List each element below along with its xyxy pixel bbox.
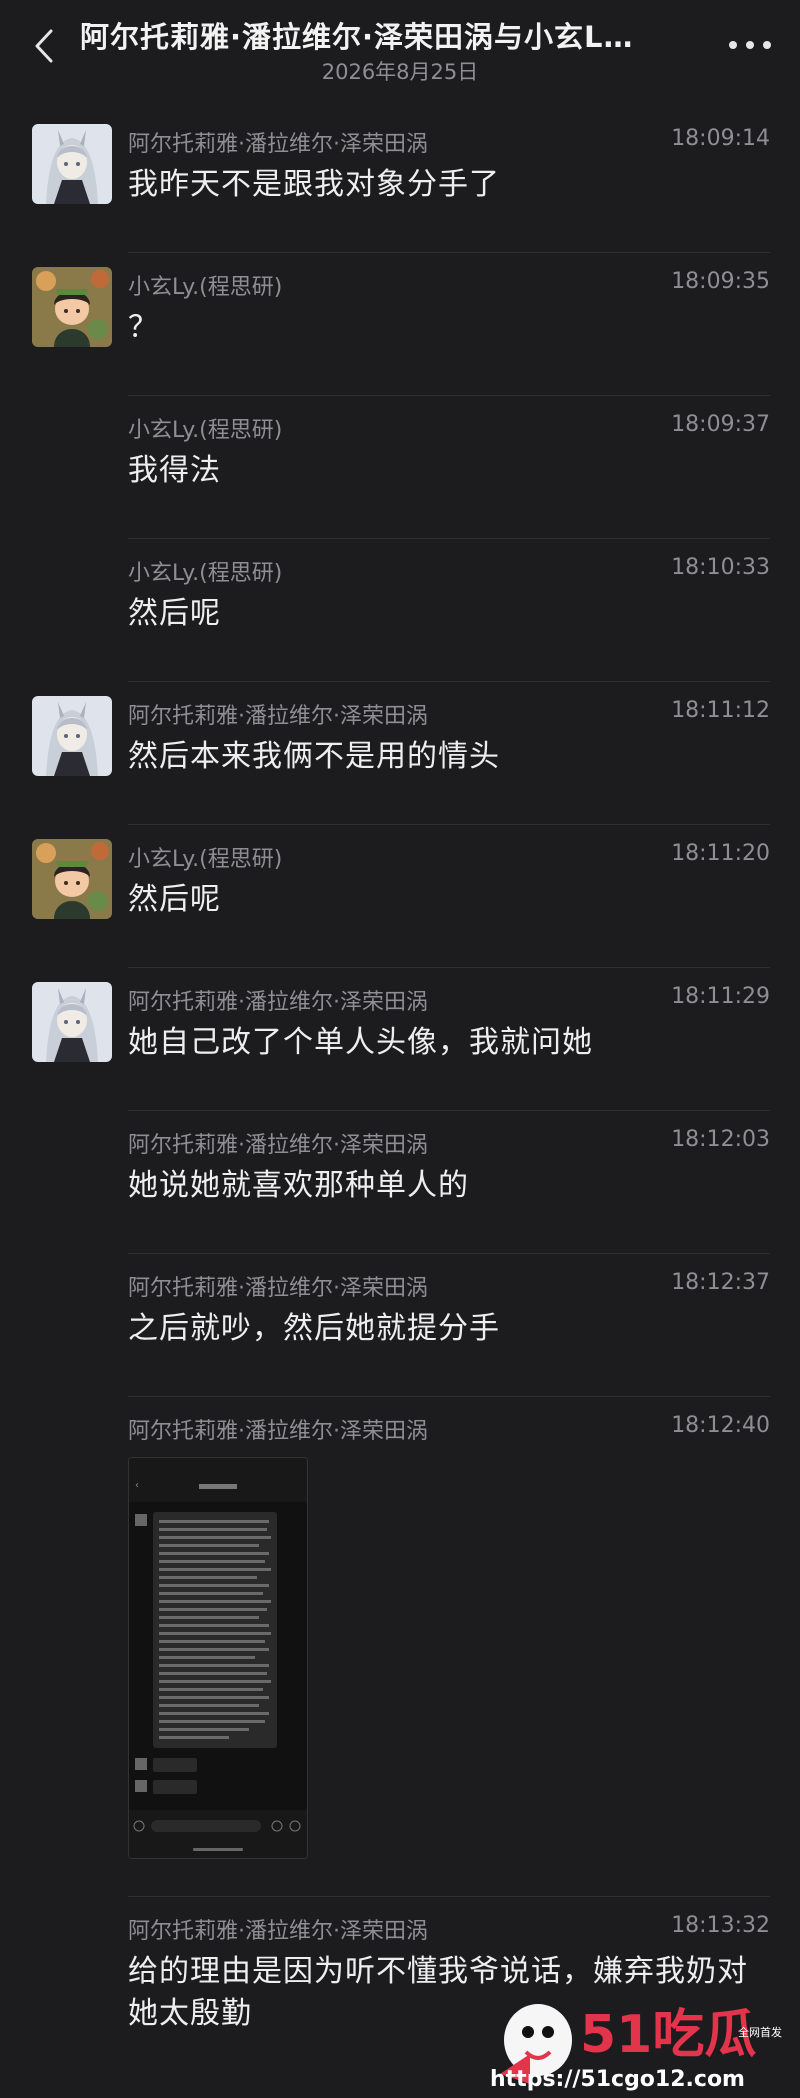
sender-name: 小玄Ly.(程思研) bbox=[128, 561, 283, 586]
message-time: 18:11:20 bbox=[671, 841, 770, 866]
message-list: 阿尔托莉雅·潘拉维尔·泽荣田涡 18:09:14 我昨天不是跟我对象分手了 小玄… bbox=[0, 110, 800, 2097]
message-time: 18:13:32 bbox=[671, 1913, 770, 1938]
chat-date: 2026年8月25日 bbox=[321, 60, 479, 84]
message-time: 18:12:40 bbox=[671, 1413, 770, 1438]
avatar[interactable] bbox=[32, 267, 112, 347]
message-item[interactable]: 阿尔托莉雅·潘拉维尔·泽荣田涡 18:11:12 然后本来我俩不是用的情头 bbox=[32, 682, 770, 825]
watermark-brand: 51吃瓜 bbox=[580, 2005, 756, 2065]
more-button[interactable] bbox=[722, 30, 778, 60]
message-item[interactable]: 小玄Ly.(程思研) 18:11:20 然后呢 bbox=[32, 825, 770, 968]
message-text: 她说她就喜欢那种单人的 bbox=[128, 1168, 469, 1203]
message-item[interactable]: 小玄Ly.(程思研) 18:09:35 ？ bbox=[32, 253, 770, 396]
sender-name: 阿尔托莉雅·潘拉维尔·泽荣田涡 bbox=[128, 1419, 428, 1444]
sender-name: 小玄Ly.(程思研) bbox=[128, 847, 283, 872]
avatar[interactable] bbox=[32, 839, 112, 919]
svg-text:全网首发: 全网首发 bbox=[738, 2025, 782, 2039]
message-time: 18:10:33 bbox=[671, 555, 770, 580]
svg-text:51吃瓜: 51吃瓜 bbox=[580, 2005, 756, 2065]
avatar[interactable] bbox=[32, 982, 112, 1062]
message-text: 然后呢 bbox=[128, 882, 221, 917]
message-item[interactable]: 小玄Ly.(程思研) 18:09:37 我得法 bbox=[128, 396, 770, 539]
message-text: 她自己改了个单人头像，我就问她 bbox=[128, 1025, 593, 1060]
message-item[interactable]: 阿尔托莉雅·潘拉维尔·泽荣田涡 18:09:14 我昨天不是跟我对象分手了 bbox=[32, 110, 770, 253]
avatar[interactable] bbox=[32, 124, 112, 204]
sender-name: 小玄Ly.(程思研) bbox=[128, 275, 283, 300]
chat-title: 阿尔托莉雅·潘拉维尔·泽荣田涡与小玄L… bbox=[80, 20, 634, 54]
message-text: ？ bbox=[128, 310, 159, 345]
sender-name: 阿尔托莉雅·潘拉维尔·泽荣田涡 bbox=[128, 704, 428, 729]
message-text: 我得法 bbox=[128, 453, 221, 488]
screenshot-image[interactable]: ‹ bbox=[128, 1457, 308, 1859]
message-time: 18:12:37 bbox=[671, 1270, 770, 1295]
sender-name: 阿尔托莉雅·潘拉维尔·泽荣田涡 bbox=[128, 990, 428, 1015]
chat-header: 阿尔托莉雅·潘拉维尔·泽荣田涡与小玄L… 2026年8月25日 bbox=[0, 0, 800, 110]
svg-text:https://51cgo12.com: https://51cgo12.com bbox=[490, 2067, 745, 2092]
avatar[interactable] bbox=[32, 696, 112, 776]
message-text: 我昨天不是跟我对象分手了 bbox=[128, 167, 500, 202]
message-time: 18:12:03 bbox=[671, 1127, 770, 1152]
message-time: 18:11:12 bbox=[671, 698, 770, 723]
svg-text:‹: ‹ bbox=[135, 1480, 139, 1491]
message-item[interactable]: 小玄Ly.(程思研) 18:10:33 然后呢 bbox=[128, 539, 770, 682]
sender-name: 阿尔托莉雅·潘拉维尔·泽荣田涡 bbox=[128, 132, 428, 157]
message-time: 18:11:29 bbox=[671, 984, 770, 1009]
watermark-logo: 51吃瓜 全网首发 https://51cgo12.com bbox=[490, 1988, 790, 2092]
message-time: 18:09:14 bbox=[671, 126, 770, 151]
sender-name: 阿尔托莉雅·潘拉维尔·泽荣田涡 bbox=[128, 1133, 428, 1158]
message-item[interactable]: 阿尔托莉雅·潘拉维尔·泽荣田涡 18:11:29 她自己改了个单人头像，我就问她 bbox=[32, 968, 770, 1111]
sender-name: 小玄Ly.(程思研) bbox=[128, 418, 283, 443]
message-time: 18:09:37 bbox=[671, 412, 770, 437]
message-text: 然后呢 bbox=[128, 596, 221, 631]
message-item[interactable]: 阿尔托莉雅·潘拉维尔·泽荣田涡 18:12:37 之后就吵，然后她就提分手 bbox=[128, 1254, 770, 1397]
message-text: 之后就吵，然后她就提分手 bbox=[128, 1311, 500, 1346]
message-item[interactable]: 阿尔托莉雅·潘拉维尔·泽荣田涡 18:12:03 她说她就喜欢那种单人的 bbox=[128, 1111, 770, 1254]
more-icon bbox=[729, 41, 771, 49]
watermark-url: https://51cgo12.com bbox=[490, 2067, 745, 2092]
message-text: 然后本来我俩不是用的情头 bbox=[128, 739, 500, 774]
message-time: 18:09:35 bbox=[671, 269, 770, 294]
message-item[interactable]: 阿尔托莉雅·潘拉维尔·泽荣田涡 18:12:40 ‹ bbox=[128, 1397, 770, 1897]
sender-name: 阿尔托莉雅·潘拉维尔·泽荣田涡 bbox=[128, 1276, 428, 1301]
sender-name: 阿尔托莉雅·潘拉维尔·泽荣田涡 bbox=[128, 1919, 428, 1944]
watermark-tag: 全网首发 bbox=[738, 2025, 782, 2039]
